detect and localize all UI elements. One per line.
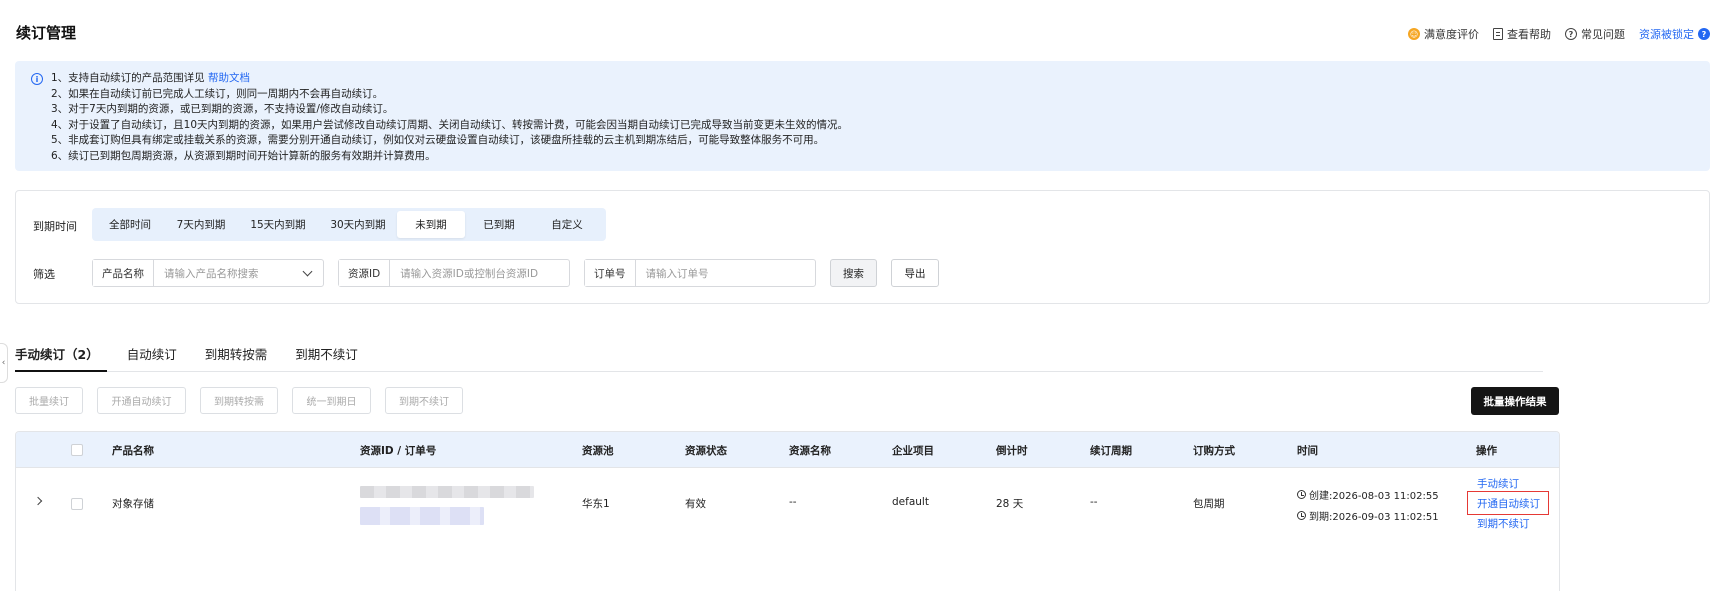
col-period: 续订周期 — [1090, 444, 1132, 457]
batch-renew-button[interactable]: 批量续订 — [15, 387, 83, 414]
masked-resource-id — [360, 486, 534, 498]
order-number-label: 订单号 — [585, 260, 636, 286]
segment-not-expired[interactable]: 未到期 — [397, 211, 465, 238]
chevron-left-icon: ‹ — [1, 358, 6, 368]
satisfaction-link[interactable]: ☺ 满意度评价 — [1408, 26, 1479, 42]
segment-custom[interactable]: 自定义 — [533, 211, 601, 238]
col-project: 企业项目 — [892, 444, 934, 457]
clock-icon — [1297, 511, 1306, 520]
enable-auto-renew-button[interactable]: 开通自动续订 — [97, 387, 186, 414]
row-countdown: 28 天 — [996, 498, 1024, 510]
help-doc-link[interactable]: 帮助文档 — [208, 72, 250, 84]
chevron-down-icon — [302, 266, 313, 276]
tab-auto-renewal[interactable]: 自动续订 — [127, 336, 177, 371]
help-link[interactable]: 查看帮助 — [1493, 26, 1551, 42]
row-period: -- — [1090, 496, 1098, 508]
expire-time-label: 到期时间 — [33, 220, 77, 233]
product-name-label: 产品名称 — [93, 260, 154, 286]
no-renew-button[interactable]: 到期不续订 — [385, 387, 463, 414]
row-pool: 华东1 — [582, 498, 610, 510]
renewal-tabs: 手动续订（2） 自动续订 到期转按需 到期不续订 — [15, 336, 1543, 372]
col-resource-name: 资源名称 — [789, 444, 831, 457]
select-all-checkbox[interactable] — [71, 444, 83, 456]
col-status: 资源状态 — [685, 444, 727, 457]
resource-id-label: 资源ID — [339, 260, 391, 286]
col-method: 订购方式 — [1193, 444, 1235, 457]
order-number-input[interactable]: 请输入订单号 — [636, 260, 816, 286]
notice-line-3: 3、对于7天内到期的资源，或已到期的资源，不支持设置/修改自动续订。 — [51, 103, 394, 115]
notice-line-1: 1、支持自动续订的产品范围详见 帮助文档 — [51, 72, 251, 84]
page-title: 续订管理 — [16, 24, 77, 42]
doc-icon — [1493, 28, 1503, 40]
notice-box: i 1、支持自动续订的产品范围详见 帮助文档 2、如果在自动续订前已完成人工续订… — [15, 61, 1710, 171]
expire-time-segments: 全部时间 7天内到期 15天内到期 30天内到期 未到期 已到期 自定义 — [92, 208, 606, 241]
col-pool: 资源池 — [582, 444, 614, 457]
notice-line-6: 6、续订已到期包周期资源，从资源到期时间开始计算新的服务有效期并计算费用。 — [51, 149, 436, 162]
question-icon: ? — [1565, 28, 1577, 40]
row-expire-time: 到期:2026-09-03 11:02:51 — [1297, 508, 1439, 523]
segment-expired[interactable]: 已到期 — [465, 211, 533, 238]
segment-all[interactable]: 全部时间 — [95, 211, 165, 238]
renewal-table: 产品名称 资源ID / 订单号 资源池 资源状态 资源名称 企业项目 倒计时 续… — [15, 431, 1560, 591]
to-ondemand-button[interactable]: 到期转按需 — [200, 387, 278, 414]
unify-expire-date-button[interactable]: 统一到期日 — [292, 387, 371, 414]
order-number-field[interactable]: 订单号 请输入订单号 — [584, 259, 816, 287]
col-resource-order: 资源ID / 订单号 — [360, 444, 437, 457]
export-button[interactable]: 导出 — [891, 259, 939, 287]
tab-manual-renewal[interactable]: 手动续订（2） — [15, 336, 107, 372]
search-button[interactable]: 搜索 — [830, 259, 877, 287]
row-created-time: 创建:2026-08-03 11:02:55 — [1297, 487, 1439, 502]
smile-icon: ☺ — [1408, 28, 1420, 40]
row-project: default — [892, 496, 929, 508]
screen-label: 筛选 — [33, 268, 55, 281]
row-product: 对象存储 — [112, 498, 154, 510]
resource-id-field[interactable]: 资源ID 请输入资源ID或控制台资源ID — [338, 259, 570, 287]
col-countdown: 倒计时 — [996, 444, 1028, 457]
header-links: ☺ 满意度评价 查看帮助 ? 常见问题 资源被锁定 ? — [1408, 26, 1710, 42]
satisfaction-label: 满意度评价 — [1424, 28, 1479, 41]
product-name-select[interactable]: 产品名称 请输入产品名称搜索 — [92, 259, 324, 287]
notice-line-5: 5、非成套订购但具有绑定或挂载关系的资源，需要分别开通自动续订，例如仅对云硬盘设… — [51, 134, 825, 146]
info-icon: i — [31, 73, 43, 85]
tab-no-renewal[interactable]: 到期不续订 — [295, 336, 358, 371]
resource-locked-link[interactable]: 资源被锁定 ? — [1639, 26, 1710, 42]
table-header: 产品名称 资源ID / 订单号 资源池 资源状态 资源名称 企业项目 倒计时 续… — [16, 432, 1559, 468]
manual-renew-link[interactable]: 手动续订 — [1477, 476, 1519, 491]
notice-line-4: 4、对于设置了自动续订，且10天内到期的资源，如果用户尝试修改自动续订周期、关闭… — [51, 118, 849, 131]
resource-locked-label: 资源被锁定 — [1639, 28, 1694, 41]
notice-line-2: 2、如果在自动续订前已完成人工续订，则同一周期内不会再自动续订。 — [51, 87, 384, 100]
col-ops: 操作 — [1476, 444, 1497, 457]
clock-icon — [1297, 490, 1306, 499]
lock-info-icon: ? — [1698, 28, 1710, 40]
row-resource-name: -- — [789, 496, 797, 508]
tab-to-ondemand[interactable]: 到期转按需 — [205, 336, 268, 371]
segment-30days[interactable]: 30天内到期 — [319, 211, 397, 238]
batch-result-button[interactable]: 批量操作结果 — [1471, 387, 1559, 415]
collapse-handle[interactable]: ‹ — [0, 343, 8, 383]
expand-row-icon[interactable] — [33, 496, 43, 506]
col-time: 时间 — [1297, 444, 1318, 457]
product-name-input[interactable]: 请输入产品名称搜索 — [154, 260, 304, 286]
row-checkbox[interactable] — [71, 498, 83, 510]
resource-id-input[interactable]: 请输入资源ID或控制台资源ID — [390, 260, 569, 286]
masked-order-number — [360, 507, 484, 525]
filter-card: 到期时间 全部时间 7天内到期 15天内到期 30天内到期 未到期 已到期 自定… — [15, 190, 1710, 304]
col-product: 产品名称 — [112, 444, 154, 457]
faq-link[interactable]: ? 常见问题 — [1565, 26, 1625, 42]
no-renew-link[interactable]: 到期不续订 — [1477, 516, 1530, 531]
faq-label: 常见问题 — [1581, 28, 1625, 41]
notice-lines: 1、支持自动续订的产品范围详见 帮助文档 2、如果在自动续订前已完成人工续订，则… — [51, 71, 1694, 164]
segment-15days[interactable]: 15天内到期 — [237, 211, 319, 238]
row-method: 包周期 — [1193, 498, 1225, 510]
segment-7days[interactable]: 7天内到期 — [165, 211, 237, 238]
row-status: 有效 — [685, 498, 706, 510]
help-label: 查看帮助 — [1507, 28, 1551, 41]
enable-auto-renew-link[interactable]: 开通自动续订 — [1477, 496, 1540, 511]
